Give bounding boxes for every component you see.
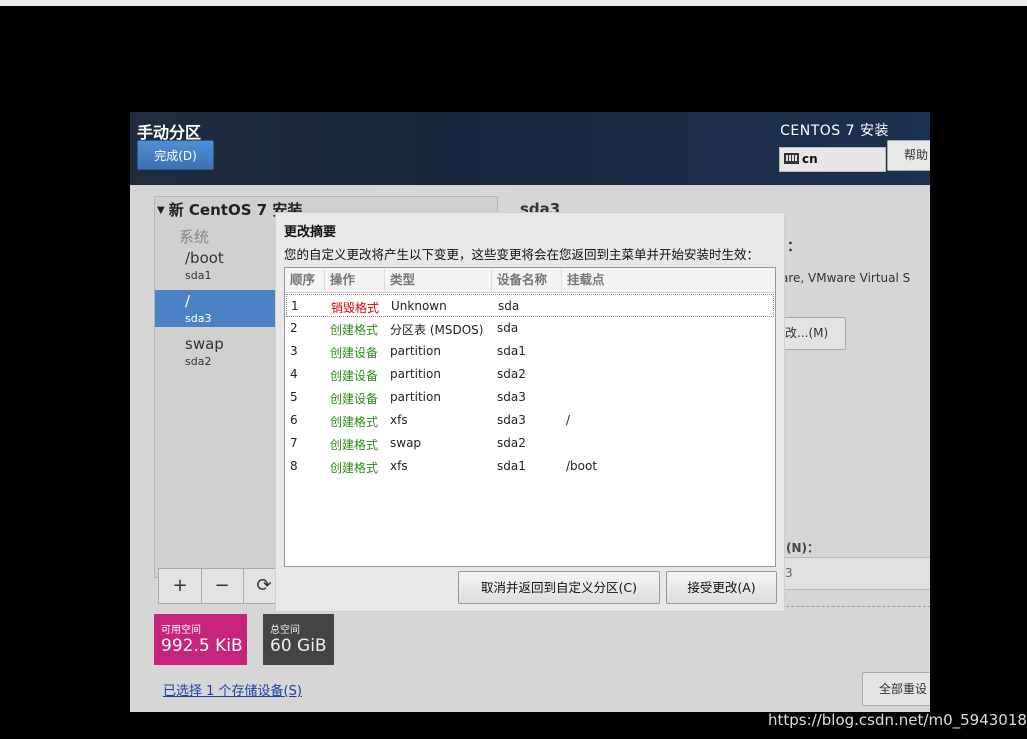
column-order[interactable]: 顺序 (285, 268, 325, 292)
cell-action: 创建格式 (330, 323, 379, 337)
dialog-description: 您的自定义更改将产生以下变更，这些变更将会在您返回到主菜单并开始安装时生效： (284, 247, 760, 262)
cell-mount: / (566, 413, 571, 427)
reset-all-button[interactable]: 全部重设 (862, 672, 930, 706)
cell-order: 8 (290, 459, 298, 473)
add-partition-button[interactable]: + (159, 569, 202, 603)
cell-device: sda (498, 299, 520, 313)
cell-order: 5 (290, 390, 298, 404)
cell-device: sda3 (497, 390, 526, 404)
cell-type: partition (390, 390, 441, 404)
available-space-value: 992.5 KiB (161, 636, 243, 656)
cell-order: 3 (290, 344, 298, 358)
cell-device: sda3 (497, 413, 526, 427)
cell-type: Unknown (391, 299, 447, 313)
name-label: (N)： (786, 541, 820, 555)
cell-order: 7 (290, 436, 298, 450)
cell-device: sda1 (497, 344, 526, 358)
cell-type: partition (390, 367, 441, 381)
available-space-badge: 可用空间 992.5 KiB (154, 614, 247, 665)
storage-devices-link[interactable]: 已选择 1 个存储设备(S) (163, 680, 302, 699)
cell-action: 创建格式 (330, 415, 379, 429)
changes-table[interactable]: 顺序 操作 类型 设备名称 挂载点 1 销毁格式 Unknown sda 2 创建格式 分区… (284, 267, 776, 567)
partition-toolbar: + − ⟳ (158, 568, 278, 604)
keyboard-icon (784, 153, 799, 164)
column-device[interactable]: 设备名称 (492, 268, 562, 292)
cell-type: 分区表 (MSDOS) (390, 323, 484, 337)
cell-order: 6 (290, 413, 298, 427)
table-row[interactable]: 1 销毁格式 Unknown sda (286, 294, 774, 317)
cell-type: swap (390, 436, 422, 450)
partition-mount: swap (185, 335, 224, 353)
cell-action: 创建格式 (330, 438, 379, 452)
partition-mount: / (185, 292, 191, 310)
product-title: CENTOS 7 安装 (780, 123, 889, 139)
keyboard-layout-indicator[interactable]: cn (779, 147, 886, 172)
cell-order: 2 (290, 321, 298, 335)
divider (776, 606, 930, 607)
cell-action: 销毁格式 (331, 301, 380, 315)
changes-summary-dialog: 更改摘要 您的自定义更改将产生以下变更，这些变更将会在您返回到主菜单并开始安装时… (275, 212, 785, 612)
cancel-return-button[interactable]: 取消并返回到自定义分区(C) (458, 571, 660, 604)
table-header: 顺序 操作 类型 设备名称 挂载点 (285, 268, 775, 293)
total-space-label: 总空间 (270, 625, 300, 636)
partition-mount: /boot (185, 249, 224, 267)
cell-type: xfs (390, 413, 408, 427)
partition-device: sda1 (185, 269, 212, 282)
table-row[interactable]: 4 创建设备 partition sda2 (286, 363, 774, 386)
devices-label: ： (787, 239, 801, 255)
top-strip (0, 0, 1027, 6)
cell-mount: /boot (566, 459, 598, 473)
help-button[interactable]: 帮助 (887, 140, 930, 171)
cell-type: partition (390, 344, 441, 358)
watermark: https://blog.csdn.net/m0_59430185 (768, 711, 1027, 729)
partition-device: sda3 (185, 312, 212, 325)
cell-device: sda (497, 321, 519, 335)
cell-device: sda1 (497, 459, 526, 473)
expand-arrow-icon[interactable]: ▼ (157, 205, 165, 216)
table-row[interactable]: 6 创建格式 xfs sda3 / (286, 409, 774, 432)
remove-partition-button[interactable]: − (201, 569, 244, 603)
cell-action: 创建设备 (330, 369, 379, 383)
section-label: 系统 (179, 228, 210, 246)
cell-type: xfs (390, 459, 408, 473)
table-row[interactable]: 2 创建格式 分区表 (MSDOS) sda (286, 317, 774, 340)
total-space-value: 60 GiB (270, 636, 327, 656)
cell-device: sda2 (497, 367, 526, 381)
column-mount[interactable]: 挂载点 (562, 268, 775, 292)
partition-device: sda2 (185, 355, 212, 368)
table-row[interactable]: 7 创建格式 swap sda2 (286, 432, 774, 455)
header-bar: 手动分区 完成(D) CENTOS 7 安装 cn 帮助 (130, 112, 930, 185)
cell-device: sda2 (497, 436, 526, 450)
cell-action: 创建设备 (330, 392, 379, 406)
cell-order: 1 (291, 299, 299, 313)
column-type[interactable]: 类型 (385, 268, 492, 292)
dialog-title: 更改摘要 (284, 225, 337, 240)
accept-changes-button[interactable]: 接受更改(A) (666, 571, 777, 604)
column-action[interactable]: 操作 (325, 268, 385, 292)
cell-action: 创建设备 (330, 346, 379, 360)
cell-action: 创建格式 (330, 461, 379, 475)
cell-order: 4 (290, 367, 298, 381)
table-row[interactable]: 5 创建设备 partition sda3 (286, 386, 774, 409)
keyboard-layout-label: cn (802, 152, 818, 166)
device-description: are, VMware Virtual S (781, 271, 911, 285)
table-row[interactable]: 3 创建设备 partition sda1 (286, 340, 774, 363)
name-input[interactable]: 3 (776, 557, 930, 590)
table-row[interactable]: 8 创建格式 xfs sda1/boot (286, 455, 774, 478)
total-space-badge: 总空间 60 GiB (263, 614, 334, 665)
available-space-label: 可用空间 (161, 625, 201, 636)
done-button[interactable]: 完成(D) (137, 140, 214, 170)
